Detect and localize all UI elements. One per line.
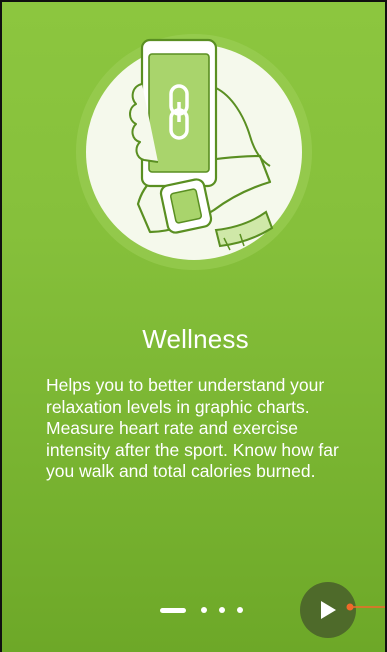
- page-indicator-active: [160, 607, 186, 613]
- page-indicator-dot: [219, 607, 225, 613]
- page-indicator-dot: [237, 607, 243, 613]
- page-description: Helps you to better understand your rela…: [46, 375, 339, 481]
- play-arrow-icon: [321, 601, 336, 619]
- phone-icon: [140, 38, 218, 188]
- smartwatch-icon: [159, 178, 213, 234]
- wellness-illustration: [76, 34, 312, 270]
- page-indicator: [160, 606, 255, 614]
- onboarding-screen: Wellness Helps you to better understand …: [0, 0, 387, 652]
- page-indicator-dot: [201, 607, 207, 613]
- page-title: Wellness: [142, 324, 249, 354]
- tap-hint-pointer: [346, 603, 385, 611]
